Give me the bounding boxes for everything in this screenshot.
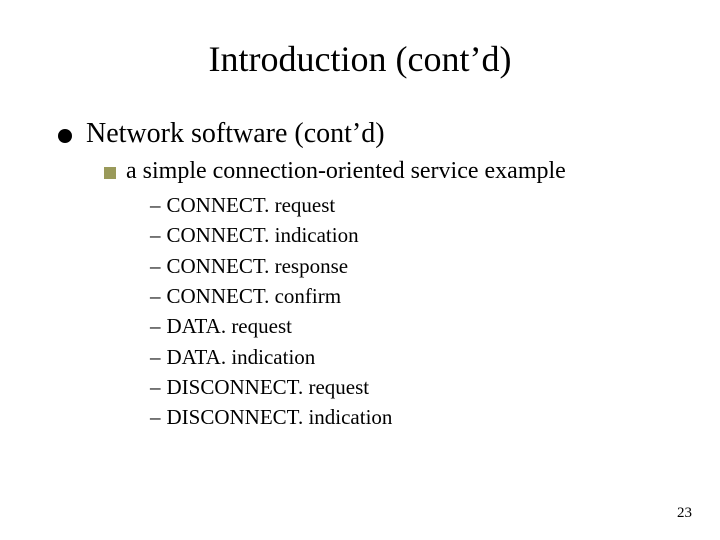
dash-icon: – [150, 343, 161, 371]
page-number: 23 [677, 505, 692, 522]
list-item: – DATA. request [150, 312, 670, 340]
list-item: – CONNECT. indication [150, 221, 670, 249]
level3-text: DATA. request [167, 312, 292, 340]
level3-list: – CONNECT. request – CONNECT. indication… [150, 191, 670, 432]
level1-text: Network software (cont’d) [86, 118, 385, 150]
dash-icon: – [150, 221, 161, 249]
level3-text: CONNECT. request [167, 191, 336, 219]
dash-icon: – [150, 282, 161, 310]
slide: Introduction (cont’d) Network software (… [0, 0, 720, 540]
dash-icon: – [150, 403, 161, 431]
level3-text: DISCONNECT. request [167, 373, 370, 401]
list-item: – CONNECT. response [150, 252, 670, 280]
level3-text: DISCONNECT. indication [167, 403, 393, 431]
level3-text: CONNECT. indication [167, 221, 359, 249]
list-item: – CONNECT. confirm [150, 282, 670, 310]
level3-text: CONNECT. response [167, 252, 349, 280]
dash-icon: – [150, 252, 161, 280]
level2-text: a simple connection-oriented service exa… [126, 158, 566, 185]
dash-icon: – [150, 373, 161, 401]
list-item: – DISCONNECT. request [150, 373, 670, 401]
bullet-level1: Network software (cont’d) [58, 118, 670, 150]
slide-title: Introduction (cont’d) [50, 38, 670, 80]
list-item: – CONNECT. request [150, 191, 670, 219]
dash-icon: – [150, 191, 161, 219]
circle-bullet-icon [58, 129, 72, 143]
list-item: – DATA. indication [150, 343, 670, 371]
list-item: – DISCONNECT. indication [150, 403, 670, 431]
dash-icon: – [150, 312, 161, 340]
bullet-level2: a simple connection-oriented service exa… [104, 158, 670, 185]
level3-text: DATA. indication [167, 343, 316, 371]
level3-text: CONNECT. confirm [167, 282, 342, 310]
square-bullet-icon [104, 167, 116, 179]
